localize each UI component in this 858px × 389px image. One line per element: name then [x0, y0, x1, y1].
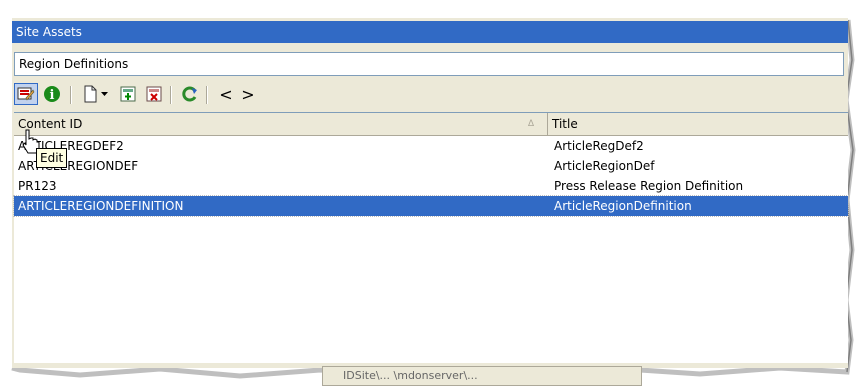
cell-title: ArticleRegionDef — [554, 159, 655, 173]
column-header-content-id[interactable]: Content ID ∆ — [14, 113, 548, 135]
svg-text:i: i — [50, 88, 55, 103]
cell-title: ArticleRegionDefinition — [554, 199, 692, 213]
edit-icon — [17, 87, 35, 101]
column-header-title[interactable]: Title — [548, 113, 848, 135]
cell-content-id: ARTICLEREGIONDEFINITION — [18, 199, 184, 213]
edit-button[interactable] — [14, 83, 38, 105]
list-rows: ARTICLEREGDEF2 ArticleRegDef2 ARTICLEREG… — [13, 136, 849, 217]
remove-from-workflow-button[interactable] — [142, 83, 166, 105]
add-to-workflow-button[interactable] — [116, 83, 140, 105]
panel-title: Site Assets — [12, 21, 848, 43]
new-document-icon — [84, 85, 97, 103]
edit-tooltip: Edit — [36, 148, 68, 168]
add-to-workflow-icon — [120, 86, 136, 102]
statusbar: IDSite\... \mdonserver\... — [322, 366, 642, 386]
back-button[interactable]: < — [214, 83, 238, 105]
list-header: Content ID ∆ Title — [14, 113, 848, 136]
table-row[interactable]: PR123 Press Release Region Definition — [14, 176, 848, 196]
refresh-icon — [182, 86, 197, 102]
cell-title: ArticleRegDef2 — [554, 139, 644, 153]
forward-button[interactable]: > — [236, 83, 260, 105]
table-row[interactable]: ARTICLEREGIONDEF ArticleRegionDef — [14, 156, 848, 176]
toolbar-separator — [170, 86, 172, 104]
toolbar-separator — [70, 86, 72, 104]
toolbar: i < > — [12, 80, 848, 110]
cell-content-id: PR123 — [18, 179, 57, 193]
toolbar-separator — [206, 86, 208, 104]
info-button[interactable]: i — [40, 83, 64, 105]
table-row-selected[interactable]: ARTICLEREGIONDEFINITION ArticleRegionDef… — [13, 195, 849, 217]
dropdown-arrow-icon — [101, 92, 108, 96]
info-icon: i — [44, 86, 60, 103]
new-dropdown-button[interactable] — [98, 83, 112, 105]
assets-list[interactable]: Content ID ∆ Title ARTICLEREGDEF2 Articl… — [13, 112, 849, 363]
refresh-button[interactable] — [178, 83, 202, 105]
table-row[interactable]: ARTICLEREGDEF2 ArticleRegDef2 — [14, 136, 848, 156]
forward-icon: > — [241, 84, 255, 104]
back-icon: < — [219, 84, 233, 104]
remove-from-workflow-icon — [146, 86, 162, 102]
asset-type-select[interactable]: Region Definitions — [14, 52, 844, 76]
site-assets-panel: Site Assets Region Definitions i < > Con… — [12, 18, 849, 368]
sort-ascending-icon: ∆ — [528, 119, 535, 129]
cell-title: Press Release Region Definition — [554, 179, 744, 193]
